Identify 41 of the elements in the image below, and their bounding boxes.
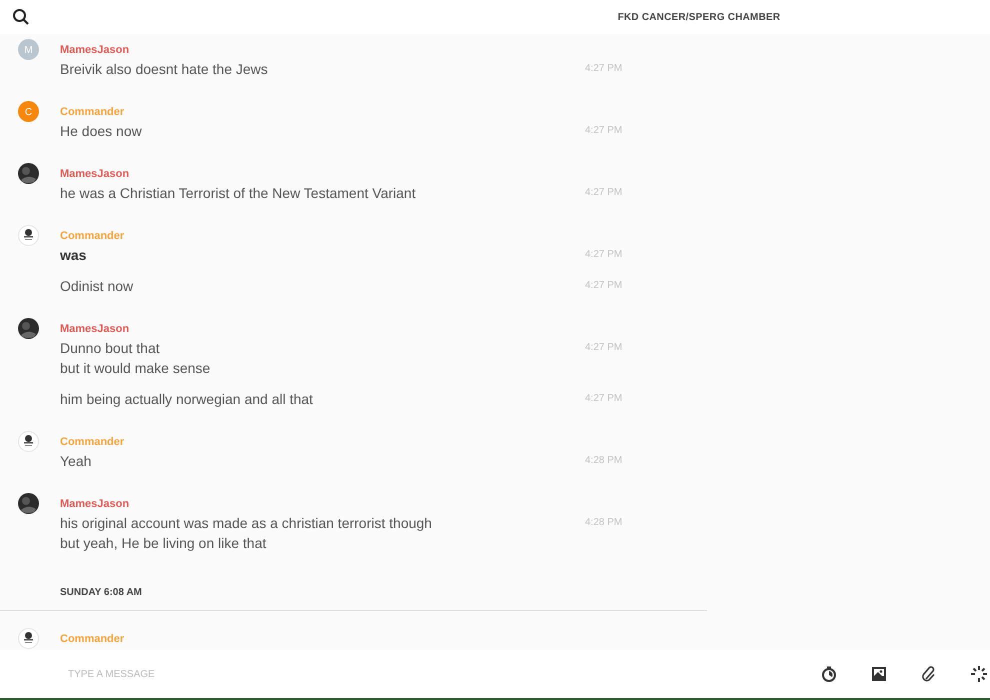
message-text: but yeah, He be living on like that [60,534,268,553]
date-divider: SUNDAY 6:08 AM [60,587,142,598]
message-text: He does now [60,122,143,141]
message-text: Odinist now [60,277,134,296]
author-name: Commander [60,632,124,647]
message-text: Yeah [60,452,92,471]
message-time: 4:28 PM [585,454,622,468]
avatar-icon: M [18,39,39,60]
message-text: his original account was made as a christian terrorist though [60,514,433,533]
avatar-icon: C [18,101,39,122]
author-name: MamesJason [60,43,130,58]
author-name: MamesJason [60,497,130,512]
author-name: Commander [60,229,124,244]
avatar-icon [18,225,39,246]
message-time: 4:27 PM [585,341,622,355]
author-name: Commander [60,435,124,450]
message-text: was [60,246,88,265]
author-name: MamesJason [60,167,130,182]
author-name: Commander [60,105,124,120]
message-time: 4:28 PM [585,516,622,530]
search-icon[interactable] [12,8,30,26]
avatar-icon [18,493,39,514]
avatar-icon [18,163,39,184]
message-time: 4:27 PM [585,62,622,76]
message-time: 4:27 PM [585,124,622,138]
image-icon[interactable] [870,665,888,683]
message-text: him being actually norwegian and all that [60,390,314,409]
avatar-icon [18,431,39,452]
sparkle-icon[interactable] [970,665,988,683]
avatar-icon [18,318,39,339]
message-time: 4:27 PM [585,186,622,200]
message-time: 4:27 PM [585,248,622,262]
chat-title: FKD CANCER/SPERG CHAMBER [616,12,782,22]
message-text: Breivik also doesnt hate the Jews [60,60,269,79]
message-text: he was a Christian Terrorist of the New Testament Variant [60,184,417,203]
message-time: 4:27 PM [585,279,622,293]
message-time: 4:27 PM [585,392,622,406]
message-text: Dunno bout that [60,339,161,358]
message-text: but it would make sense [60,359,212,378]
stopwatch-icon[interactable] [820,665,838,683]
author-name: MamesJason [60,322,130,337]
